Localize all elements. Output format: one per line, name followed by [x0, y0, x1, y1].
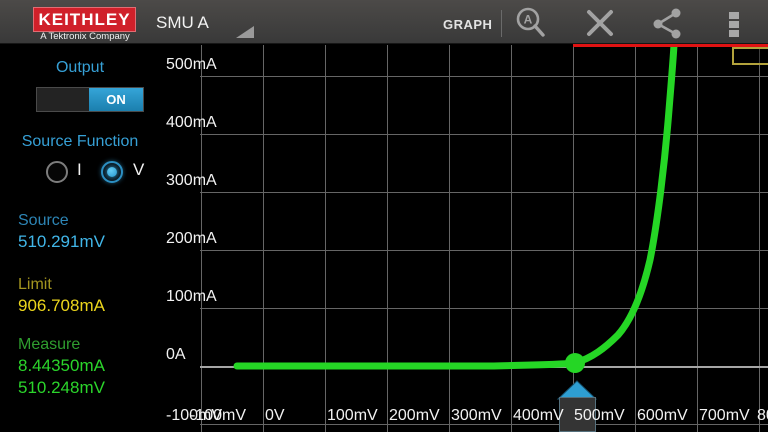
- x-tick-label: 800mV: [757, 406, 768, 426]
- output-toggle[interactable]: ON: [36, 87, 144, 112]
- y-tick-label: 0A: [166, 345, 186, 365]
- x-tick-label: 400mV: [513, 406, 564, 426]
- x-tick-label: 500mV: [574, 406, 625, 426]
- brand-name: KEITHLEY: [38, 10, 130, 30]
- x-tick-label: 600mV: [637, 406, 688, 426]
- limit-readout-value[interactable]: 906.708mA: [18, 296, 105, 316]
- channel-selector[interactable]: SMU A: [156, 13, 209, 33]
- source-function-radios: I V: [0, 158, 160, 186]
- toolbar-divider: [501, 10, 502, 37]
- source-function-label: Source Function: [0, 133, 160, 151]
- zoom-a-icon: A: [513, 5, 549, 41]
- x-tick-label: 100mV: [327, 406, 378, 426]
- zoom-a-button[interactable]: A: [513, 5, 549, 41]
- spinner-arrow-icon[interactable]: [236, 26, 254, 38]
- radio-v-label: V: [133, 160, 144, 180]
- close-icon: [582, 5, 618, 41]
- radio-voltage-v[interactable]: [101, 161, 123, 183]
- svg-text:A: A: [524, 13, 533, 27]
- x-tick-label: 700mV: [699, 406, 750, 426]
- measure-voltage-value: 510.248mV: [18, 378, 105, 398]
- y-tick-label: 400mA: [166, 113, 217, 133]
- x-tick-label: 0V: [265, 406, 285, 426]
- overflow-menu-button[interactable]: [716, 5, 752, 41]
- close-button[interactable]: [582, 5, 618, 41]
- y-tick-label: 300mA: [166, 171, 217, 191]
- x-tick-label: 300mV: [451, 406, 502, 426]
- zero-current-axis: [200, 366, 768, 368]
- radio-i-label: I: [77, 160, 82, 180]
- zoom-region-box: [732, 47, 768, 65]
- top-bar: KEITHLEY A Tektronix Company SMU A GRAPH…: [0, 0, 768, 44]
- radio-selected-dot: [107, 167, 117, 177]
- overflow-menu-icon: [716, 5, 752, 41]
- x-tick-label: -100mV: [190, 406, 246, 426]
- smu-touchscreen: KEITHLEY A Tektronix Company SMU A GRAPH…: [0, 0, 768, 432]
- y-tick-label: 500mA: [166, 55, 217, 75]
- x-tick-label: 200mV: [389, 406, 440, 426]
- share-button[interactable]: [649, 5, 685, 41]
- measure-current-value: 8.44350mA: [18, 356, 105, 376]
- source-readout-value[interactable]: 510.291mV: [18, 232, 105, 252]
- keithley-logo: KEITHLEY: [33, 7, 136, 32]
- limit-readout-label: Limit: [18, 276, 52, 294]
- radio-current-i[interactable]: [46, 161, 68, 183]
- brand-tagline: A Tektronix Company: [20, 31, 150, 42]
- output-label: Output: [0, 59, 160, 77]
- chart-grid[interactable]: [200, 45, 768, 432]
- source-readout-label: Source: [18, 212, 69, 230]
- measure-readout-label: Measure: [18, 336, 80, 354]
- share-icon: [649, 5, 685, 41]
- graph-view-label: GRAPH: [443, 17, 492, 32]
- output-toggle-thumb[interactable]: ON: [89, 88, 143, 111]
- y-tick-label: 100mA: [166, 287, 217, 307]
- y-tick-label: 200mA: [166, 229, 217, 249]
